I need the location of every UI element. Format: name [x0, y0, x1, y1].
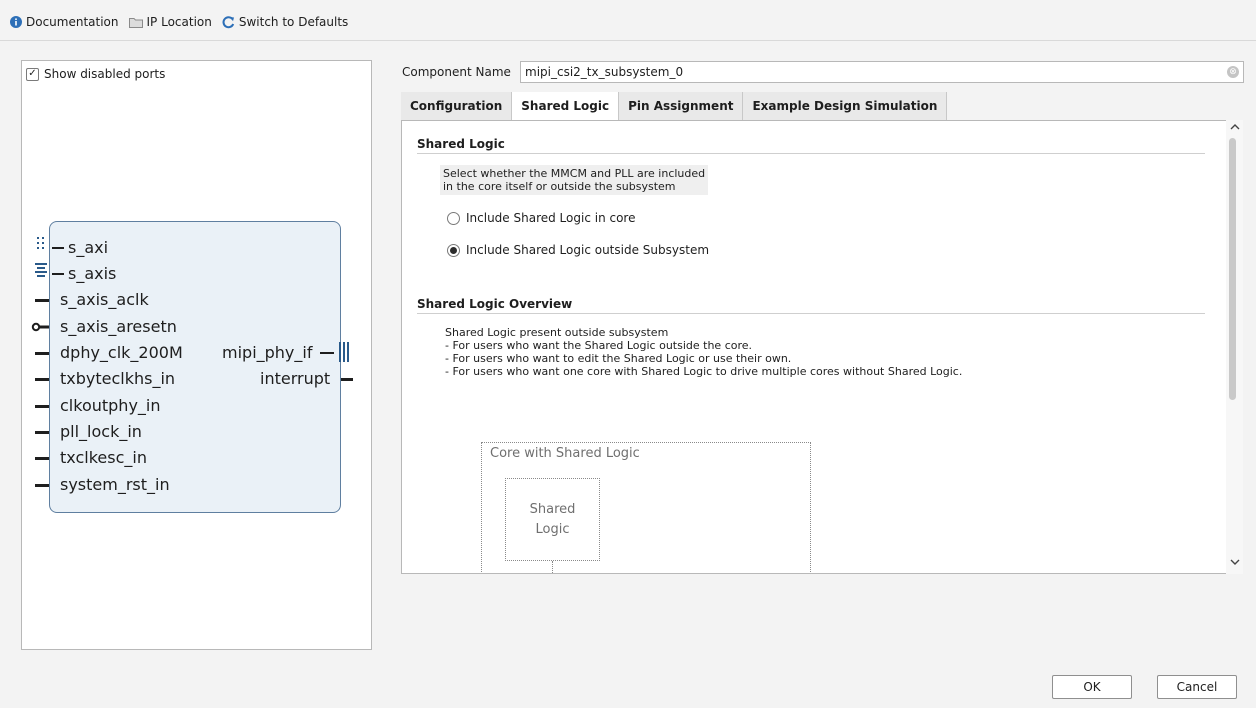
description-line: in the core itself or outside the subsys… [443, 180, 676, 193]
s-axis-aresetn-pin [31, 321, 51, 336]
tab-example-design-simulation[interactable]: Example Design Simulation [743, 92, 948, 120]
port-s-axis-aclk: s_axis_aclk [60, 290, 149, 309]
ok-button[interactable]: OK [1052, 675, 1132, 699]
tab-shared-logic[interactable]: Shared Logic [512, 92, 620, 120]
mipi-phy-if-pin [320, 352, 334, 354]
show-disabled-ports-label: Show disabled ports [44, 67, 166, 81]
s-axis-aclk-pin [35, 299, 49, 302]
radio-checked-icon [447, 243, 460, 257]
chevron-up-icon[interactable] [1229, 123, 1241, 135]
toolbar: Documentation IP Location Switch to Defa… [0, 0, 1256, 44]
section-divider [417, 313, 1205, 314]
documentation-label: Documentation [26, 15, 119, 29]
dphy-clk-200m-pin [35, 352, 49, 355]
overview-line: - For users who want one core with Share… [445, 365, 963, 378]
port-s-axis: s_axis [68, 264, 117, 283]
show-disabled-ports-checkbox[interactable]: ✓ Show disabled ports [26, 67, 165, 81]
s-axis-bus-icon[interactable] [35, 263, 47, 280]
txclkesc-in-pin [35, 457, 49, 460]
port-pll-lock-in: pll_lock_in [60, 422, 142, 441]
diagram-shared-logic-box: Shared Logic [505, 478, 600, 561]
checkbox-checked-icon: ✓ [26, 67, 39, 81]
shared-logic-page: Shared Logic Select whether the MMCM and… [401, 120, 1243, 574]
toolbar-divider [0, 40, 1256, 41]
port-s-axis-aresetn: s_axis_aresetn [60, 317, 177, 336]
radio-unchecked-icon [447, 211, 460, 225]
chevron-down-icon[interactable] [1229, 558, 1241, 570]
diagram-core-label: Core with Shared Logic [490, 446, 640, 461]
tab-pin-assignment[interactable]: Pin Assignment [619, 92, 744, 120]
s-axis-pin [52, 273, 64, 275]
radio-include-outside-label: Include Shared Logic outside Subsystem [466, 243, 710, 257]
port-clkoutphy-in: clkoutphy_in [60, 396, 161, 415]
scrollbar-thumb[interactable] [1229, 138, 1236, 400]
info-icon [10, 16, 22, 28]
ip-location-label: IP Location [146, 15, 212, 29]
diagram-logic-label: Logic [535, 521, 570, 537]
pll-lock-in-pin [35, 431, 49, 434]
port-system-rst-in: system_rst_in [60, 475, 170, 494]
s-axi-bus-icon[interactable] [37, 236, 47, 253]
interrupt-pin [341, 378, 353, 381]
diagram-connector [552, 561, 553, 573]
refresh-icon [222, 15, 235, 29]
port-mipi-phy-if: mipi_phy_if [222, 343, 313, 362]
tab-configuration[interactable]: Configuration [401, 92, 513, 120]
port-txclkesc-in: txclkesc_in [60, 448, 147, 467]
tab-bar: Configuration Shared Logic Pin Assignmen… [401, 92, 948, 120]
shared-logic-title: Shared Logic [417, 137, 505, 151]
radio-include-in-core[interactable]: Include Shared Logic in core [447, 211, 635, 225]
mipi-phy-if-bus-icon[interactable] [339, 342, 351, 365]
overview-title: Shared Logic Overview [417, 297, 573, 311]
documentation-button[interactable]: Documentation [10, 15, 119, 29]
radio-include-outside-subsystem[interactable]: Include Shared Logic outside Subsystem [447, 243, 709, 257]
system-rst-in-pin [35, 484, 49, 487]
port-dphy-clk-200m: dphy_clk_200M [60, 343, 183, 362]
ip-location-button[interactable]: IP Location [128, 15, 212, 29]
port-interrupt: interrupt [260, 369, 331, 388]
port-txbyteclkhs-in: txbyteclkhs_in [60, 369, 176, 388]
overview-line: - For users who want the Shared Logic ou… [445, 339, 753, 352]
port-s-axi: s_axi [68, 238, 109, 257]
description-line: Select whether the MMCM and PLL are incl… [443, 167, 706, 180]
folder-icon [128, 17, 143, 28]
switch-to-defaults-button[interactable]: Switch to Defaults [222, 15, 348, 29]
overview-line: - For users who want to edit the Shared … [445, 352, 792, 365]
radio-include-in-core-label: Include Shared Logic in core [466, 211, 636, 225]
ip-symbol-panel: ✓ Show disabled ports s_axi s_axis s_axi… [21, 60, 372, 650]
section-divider [417, 153, 1205, 154]
clear-input-icon[interactable]: ⊗ [1227, 66, 1239, 78]
switch-to-defaults-label: Switch to Defaults [238, 15, 349, 29]
diagram-shared-label: Shared [529, 501, 576, 517]
component-name-label: Component Name [402, 65, 511, 79]
s-axi-pin [52, 247, 64, 249]
cancel-button[interactable]: Cancel [1157, 675, 1237, 699]
txbyteclkhs-in-pin [35, 378, 49, 381]
overview-line: Shared Logic present outside subsystem [445, 326, 669, 339]
shared-logic-description: Select whether the MMCM and PLL are incl… [440, 165, 709, 195]
component-name-input[interactable] [520, 61, 1244, 83]
clkoutphy-in-pin [35, 405, 49, 408]
overview-text: Shared Logic present outside subsystem -… [445, 326, 962, 378]
